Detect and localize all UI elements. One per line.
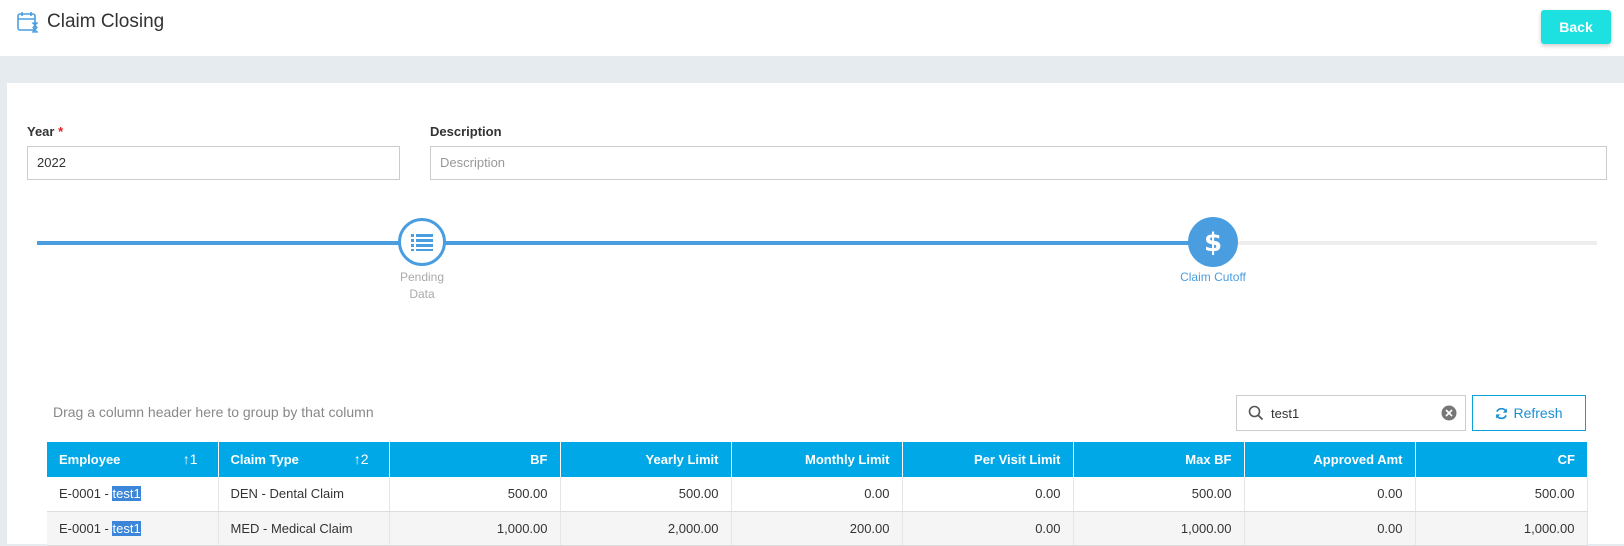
employee-code: E-0001 - (59, 486, 113, 502)
cell-yearly-limit: 500.00 (560, 477, 732, 512)
column-header-approved-amt[interactable]: Approved Amt (1244, 442, 1416, 477)
sort-order: 2 (360, 451, 369, 467)
search-input[interactable]: test1 (1271, 406, 1299, 421)
column-header-per-visit-limit[interactable]: Per Visit Limit (902, 442, 1074, 477)
required-mark: * (58, 124, 64, 139)
sort-ascending-icon: ↑2 (353, 451, 369, 467)
step-label-line2: Data (409, 287, 435, 301)
year-label-text: Year (27, 124, 55, 139)
column-header-max-bf[interactable]: Max BF (1073, 442, 1245, 477)
cell-max-bf: 500.00 (1073, 477, 1245, 512)
cell-max-bf: 1,000.00 (1073, 511, 1245, 546)
claim-grid: Employee ↑1 Claim Type ↑2 BF Yearly Limi… (47, 442, 1588, 546)
column-header-label: Employee (59, 452, 121, 467)
refresh-button[interactable]: Refresh (1472, 395, 1586, 431)
step-pending-data-label: Pending Data (382, 269, 462, 303)
refresh-icon (1496, 407, 1508, 419)
stepper-track-completed (37, 241, 1214, 245)
grid-search-box[interactable]: test1 (1236, 395, 1466, 431)
year-label: Year * (27, 124, 63, 139)
employee-code: E-0001 - (59, 520, 113, 536)
description-label: Description (430, 124, 502, 139)
top-bar: Claim Closing Back (0, 0, 1624, 56)
sort-ascending-icon: ↑1 (182, 451, 198, 467)
column-header-employee[interactable]: Employee ↑1 (47, 442, 219, 477)
search-icon (1248, 405, 1264, 421)
cell-employee: E-0001 - test1 (47, 511, 219, 546)
description-field[interactable]: Description (430, 146, 1607, 180)
cell-yearly-limit: 2,000.00 (560, 511, 732, 546)
back-button[interactable]: Back (1541, 10, 1611, 44)
column-header-monthly-limit[interactable]: Monthly Limit (731, 442, 903, 477)
step-claim-cutoff-label: Claim Cutoff (1180, 270, 1246, 284)
sort-order: 1 (189, 451, 198, 467)
step-pending-data[interactable] (398, 218, 446, 266)
cell-employee: E-0001 - test1 (47, 477, 219, 512)
column-header-cf[interactable]: CF (1415, 442, 1587, 477)
table-row[interactable]: E-0001 - test1 MED - Medical Claim 1,000… (47, 511, 1588, 546)
search-match-highlight: test1 (112, 520, 141, 536)
group-panel-hint[interactable]: Drag a column header here to group by th… (53, 404, 374, 420)
cell-bf: 1,000.00 (389, 511, 561, 546)
step-claim-cutoff[interactable]: $ (1188, 217, 1238, 267)
calendar-hourglass-icon (17, 12, 38, 33)
svg-text:$: $ (1204, 228, 1222, 258)
cell-cf: 500.00 (1415, 477, 1588, 512)
cell-monthly-limit: 0.00 (731, 477, 903, 512)
cell-claim-type: DEN - Dental Claim (218, 477, 390, 512)
table-row[interactable]: E-0001 - test1 DEN - Dental Claim 500.00… (47, 477, 1588, 512)
step-label-line1: Pending (399, 270, 445, 284)
cell-approved-amt: 0.00 (1244, 511, 1416, 546)
page-title: Claim Closing (47, 11, 165, 32)
cell-bf: 500.00 (389, 477, 561, 512)
column-header-label: Claim Type (230, 452, 299, 467)
column-header-bf[interactable]: BF (389, 442, 561, 477)
column-header-yearly-limit[interactable]: Yearly Limit (560, 442, 732, 477)
cell-approved-amt: 0.00 (1244, 477, 1416, 512)
column-header-claim-type[interactable]: Claim Type ↑2 (218, 442, 390, 477)
dollar-icon: $ (1204, 228, 1222, 258)
cell-claim-type: MED - Medical Claim (218, 511, 390, 546)
list-icon (411, 234, 433, 251)
cell-monthly-limit: 200.00 (731, 511, 903, 546)
search-match-highlight: test1 (112, 486, 141, 502)
refresh-label: Refresh (1513, 405, 1563, 421)
clear-search-icon[interactable] (1441, 405, 1457, 421)
cell-per-visit-limit: 0.00 (902, 511, 1074, 546)
grid-header-row: Employee ↑1 Claim Type ↑2 BF Yearly Limi… (47, 442, 1587, 477)
year-field[interactable]: 2022 (27, 146, 400, 180)
cell-cf: 1,000.00 (1415, 511, 1588, 546)
cell-per-visit-limit: 0.00 (902, 477, 1074, 512)
stepper-track-remaining (1214, 241, 1597, 245)
